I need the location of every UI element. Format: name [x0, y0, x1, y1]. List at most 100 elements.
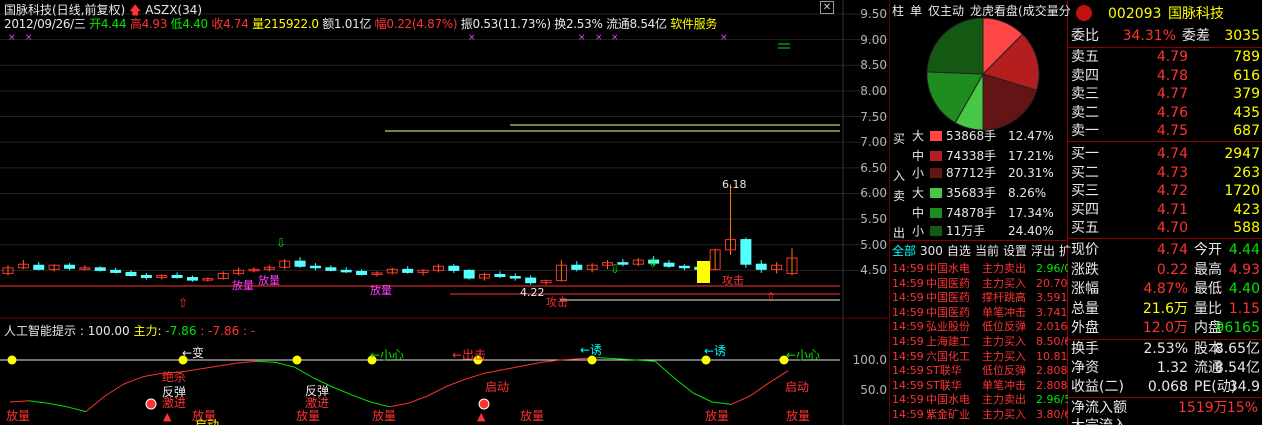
- low-value: 4.40: [182, 17, 208, 31]
- sector-label[interactable]: 软件服务: [670, 17, 717, 31]
- candle-body[interactable]: [140, 274, 152, 279]
- candle-body[interactable]: [356, 270, 368, 275]
- indicator-title: 人工智能提示: [4, 324, 77, 338]
- bid-row[interactable]: 买五 4.70 588: [1068, 219, 1262, 238]
- candle-body[interactable]: [309, 265, 321, 269]
- price-axis-label: 7.00: [860, 135, 887, 150]
- flow-tab[interactable]: 柱: [892, 4, 904, 18]
- flow-swatch: [930, 131, 942, 141]
- ask-row[interactable]: 卖四 4.78 616: [1068, 67, 1262, 86]
- signal-dot[interactable]: [292, 355, 302, 365]
- tick-row[interactable]: 14:59弘业股份低位反弹 2.016%: [892, 320, 1068, 334]
- list-tab[interactable]: 自选: [947, 244, 971, 258]
- candle-body[interactable]: [94, 267, 106, 271]
- list-tab[interactable]: 设置: [1003, 244, 1027, 258]
- ask-row-volume: 789: [1233, 49, 1260, 65]
- candle-body[interactable]: [325, 267, 337, 271]
- flow-row: 大 53868手 12.47%: [890, 127, 1068, 145]
- ask-row-price: 4.79: [1156, 49, 1188, 65]
- candle-body[interactable]: [110, 269, 122, 273]
- down-arrow-icon: ⇩: [648, 256, 659, 270]
- candle-body[interactable]: [571, 264, 583, 270]
- tick-row[interactable]: 14:59 六国化工 主力买入 10.81/: [892, 350, 1068, 364]
- candle-body[interactable]: [171, 274, 183, 279]
- indicator-curve-seg: [408, 395, 428, 404]
- flow-tab[interactable]: 单: [910, 4, 922, 18]
- kline-chart[interactable]: × × × × × × × ▲ ▲: [0, 0, 890, 425]
- tick-value: 2.808%: [1036, 378, 1068, 392]
- candle-body[interactable]: [402, 268, 414, 273]
- list-tab[interactable]: 300: [920, 244, 943, 258]
- bid-row-price: 4.73: [1156, 164, 1188, 181]
- indicator-curve-seg: [256, 360, 276, 363]
- list-tab[interactable]: 当前: [975, 244, 999, 258]
- tick-time: 14:59: [892, 393, 924, 407]
- candle-body[interactable]: [525, 277, 537, 284]
- low-label: 低: [170, 17, 183, 31]
- stat2-label: 收益(二): [1071, 379, 1124, 395]
- candle-body[interactable]: [340, 269, 352, 273]
- tick-value: 3.591%: [1036, 291, 1068, 305]
- list-tab[interactable]: 全部: [892, 244, 916, 258]
- bid-row[interactable]: 买四 4.71 423: [1068, 201, 1262, 220]
- ask-row-volume: 616: [1233, 67, 1260, 84]
- tick-row[interactable]: 14:59 中国医药 主力买入 20.70/: [892, 277, 1068, 291]
- stat2-value-2: 34.9: [1228, 379, 1260, 395]
- candle-body[interactable]: [463, 269, 475, 279]
- stat-label-2: 最高: [1194, 261, 1222, 278]
- up-arrow-icon: ⇧: [766, 290, 777, 304]
- candle-body[interactable]: [755, 263, 767, 270]
- amt-value: 1.01亿: [333, 17, 372, 31]
- indicator-curve-seg: [237, 360, 257, 364]
- price-axis-label: 4.50: [860, 263, 887, 278]
- bid-row[interactable]: 买二 4.73 263: [1068, 164, 1262, 183]
- candle-body[interactable]: [63, 264, 75, 269]
- indicator-curve-seg: [294, 366, 314, 379]
- candle-body[interactable]: [33, 264, 45, 270]
- highlight-bar: [697, 261, 710, 283]
- flow-size: 小: [912, 224, 925, 238]
- signal-dot[interactable]: [7, 355, 17, 365]
- tick-row[interactable]: 14:59中国医药撑杆跳高 3.591%: [892, 291, 1068, 305]
- stat-value: 12.0万: [1142, 320, 1188, 336]
- candle-body[interactable]: [678, 265, 690, 269]
- kline-tag: 放量: [232, 279, 254, 292]
- candle-body[interactable]: [494, 273, 506, 278]
- price-axis-label: 9.50: [860, 7, 887, 21]
- indicator-curve-seg: [749, 382, 770, 397]
- candle-body[interactable]: [740, 239, 752, 265]
- ask-row[interactable]: 卖二 4.76 435: [1068, 104, 1262, 123]
- list-tab[interactable]: 浮出: [1031, 244, 1055, 258]
- tick-row[interactable]: 14:59中国医药单笔冲击 3.741%: [892, 306, 1068, 320]
- candle-body[interactable]: [186, 277, 198, 281]
- indicator-curve-seg: [673, 377, 694, 394]
- candle-body[interactable]: [448, 265, 460, 271]
- tick-row[interactable]: 14:59 中国水电 主力卖出 2.96/5: [892, 393, 1068, 407]
- close-icon[interactable]: ✕: [820, 1, 834, 14]
- bid-row[interactable]: 买一 4.74 2947: [1068, 145, 1262, 164]
- tick-row[interactable]: 14:59ST联华 低位反弹 2.808%: [892, 364, 1068, 378]
- ask-row[interactable]: 卖五 4.79 789: [1068, 48, 1262, 67]
- indicator-curve-seg: [47, 402, 68, 408]
- tick-row[interactable]: 14:59 上海建工 主力买入 8.50/6: [892, 335, 1068, 349]
- bid-row-label: 买五: [1071, 220, 1099, 236]
- candle-body[interactable]: [509, 276, 521, 279]
- bid-row[interactable]: 买三 4.72 1720: [1068, 182, 1262, 201]
- flow-volume: 74338手: [946, 149, 997, 163]
- ask-row-price: 4.75: [1156, 123, 1188, 139]
- candle-body[interactable]: [663, 262, 675, 267]
- ask-row[interactable]: 卖一 4.75 687: [1068, 122, 1262, 141]
- candle-body[interactable]: [294, 260, 306, 267]
- indicator-tag: 启动: [195, 418, 220, 425]
- list-tabs[interactable]: 全部 300 自选 当前 设置 浮出扩: [892, 242, 1075, 259]
- tick-row[interactable]: 14:59 中国水电 主力卖出 2.96/0: [892, 262, 1068, 276]
- ask-row-label: 卖二: [1071, 104, 1099, 121]
- candle-body[interactable]: [125, 271, 137, 276]
- tick-row[interactable]: 14:59 紫金矿业 主力买入 3.80/6: [892, 408, 1068, 422]
- indicator-curve-seg: [654, 360, 675, 379]
- chart-area[interactable]: × × × × × × × ▲ ▲ 国脉科技(日线,前复权) 🡅 ASZX(34) 2012/0…: [0, 0, 890, 425]
- tick-row[interactable]: 14:59ST联华 单笔冲击 2.808%: [892, 379, 1068, 393]
- down-arrow-icon: ⇩: [610, 262, 621, 276]
- ask-row[interactable]: 卖三 4.77 379: [1068, 85, 1262, 104]
- indicator-curve-seg: [66, 406, 87, 413]
